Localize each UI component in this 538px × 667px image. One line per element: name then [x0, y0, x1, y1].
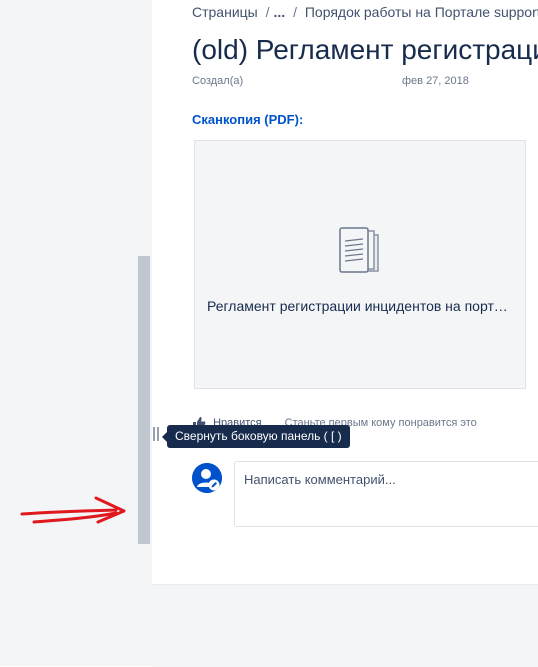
red-arrow-annotation	[20, 496, 126, 524]
attachment-file-name[interactable]: Регламент регистрации инцидентов на порт…	[207, 298, 513, 314]
sidebar-collapse-handle[interactable]	[153, 427, 159, 441]
breadcrumb-separator: /	[265, 4, 270, 20]
main-content: Страницы /... / Порядок работы на Портал…	[152, 0, 538, 667]
sidebar: ирован...ge v.201...нта СЭД...изацио...p…	[0, 0, 136, 666]
footer-area	[152, 584, 538, 667]
section-heading: Сканкопия (PDF):	[192, 112, 304, 127]
pdf-attachment-preview[interactable]: Регламент регистрации инцидентов на порт…	[194, 140, 526, 389]
page-title: (old) Регламент регистрации	[192, 34, 538, 65]
breadcrumb-separator: /	[293, 4, 297, 20]
sidebar-scrollbar-thumb[interactable]	[138, 256, 150, 544]
created-by-label: Создал(а)	[192, 75, 244, 87]
breadcrumb-ellipsis[interactable]: ...	[274, 4, 286, 20]
breadcrumb-parent-link[interactable]: Порядок работы на Портале support	[305, 4, 538, 20]
breadcrumb: Страницы /... / Порядок работы на Портал…	[192, 4, 538, 20]
comment-placeholder: Написать комментарий...	[244, 472, 396, 487]
breadcrumb-pages-link[interactable]: Страницы	[192, 4, 258, 20]
collapse-sidebar-tooltip: Свернуть боковую панель ( [ )	[162, 425, 350, 448]
document-file-icon	[339, 227, 379, 273]
user-avatar-icon	[192, 463, 222, 493]
created-date[interactable]: фев 27, 2018	[402, 75, 469, 87]
comment-input[interactable]: Написать комментарий...	[234, 461, 538, 527]
